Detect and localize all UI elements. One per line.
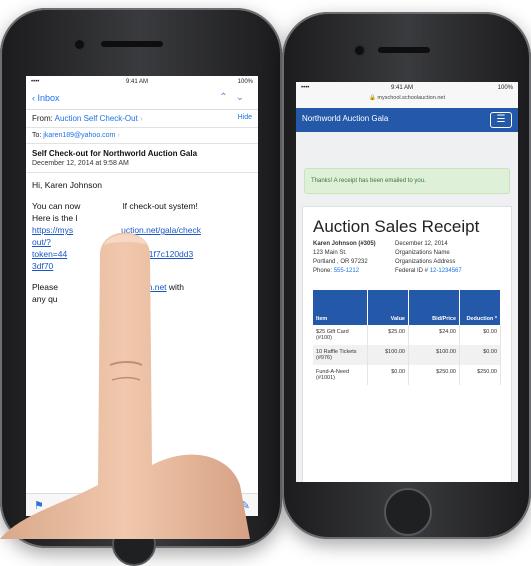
col-header-deduction: Deduction *	[459, 290, 501, 325]
deduction-cell: $0.00	[459, 325, 501, 345]
home-button[interactable]	[112, 522, 156, 566]
item-cell: $25 Gift Card (#100)	[313, 325, 368, 345]
earpiece-speaker	[378, 47, 430, 53]
signal-indicator: ••••	[31, 79, 40, 85]
para1-start: You can now	[32, 201, 81, 211]
receipt-title: Auction Sales Receipt	[313, 217, 480, 236]
link-part: https://mys	[32, 225, 74, 235]
item-cell: 10 Raffle Tickets (#976)	[313, 345, 368, 365]
table-row: $25 Gift Card (#100) $25.00 $24.00 $0.00	[313, 325, 501, 345]
federal-id: 12-1234567	[429, 268, 462, 274]
sender-name[interactable]: Auction Self Check-Out	[55, 114, 138, 123]
receipt-addresses: Karen Johnson (#305) 123 Main St. Portla…	[313, 240, 505, 276]
recipient-address[interactable]: jkaren189@yahoo.com	[43, 132, 115, 139]
message-nav-arrows[interactable]: ⌃⌄	[219, 92, 252, 103]
status-bar: •••• 9:41 AM 100%	[26, 76, 258, 89]
browser-screen: •••• 9:41 AM 100% 🔒 myschool.schoolaucti…	[296, 82, 518, 482]
paragraph-2: Please schoolauction.net with any qu	[32, 281, 252, 305]
org-info: December 12, 2014 Organizations Name Org…	[395, 240, 477, 276]
signal-indicator: ••••	[301, 85, 310, 91]
buyer-street: 123 Main St.	[313, 250, 347, 256]
earpiece-speaker	[101, 41, 163, 47]
from-prefix: From:	[32, 114, 53, 123]
back-to-inbox-button[interactable]: ‹ Inbox	[32, 93, 60, 103]
buyer-phone[interactable]: 555-1212	[334, 268, 359, 274]
front-camera	[355, 46, 364, 55]
buyer-city: Portland , OR 97232	[313, 259, 368, 265]
receipt-table: Item Value Bid/Price Deduction * $25 Gif…	[313, 290, 501, 385]
para1-line2: Here is the l	[32, 213, 78, 223]
bid-cell: $100.00	[408, 345, 460, 365]
value-cell: $0.00	[367, 365, 409, 385]
org-name: Organizations Name	[395, 250, 450, 256]
subject-block: Self Check-out for Northworld Auction Ga…	[26, 144, 258, 173]
checkout-link[interactable]: https://mys uction.net/gala/check out/? t…	[32, 225, 201, 271]
receipt-date: December 12, 2014	[395, 241, 448, 247]
col-header-value: Value	[367, 290, 409, 325]
site-title[interactable]: Northworld Auction Gala	[302, 114, 388, 123]
reply-icon[interactable]: ↩	[138, 499, 147, 512]
buyer-name: Karen Johnson (#305)	[313, 241, 376, 247]
link-part: token=44	[32, 249, 68, 259]
right-iphone: •••• 9:41 AM 100% 🔒 myschool.schoolaucti…	[282, 12, 531, 539]
left-iphone: •••• 9:41 AM 100% ‹ Inbox ⌃⌄ From: Aucti…	[0, 8, 282, 566]
receipt-card: Auction Sales Receipt Karen Johnson (#30…	[302, 206, 512, 482]
battery-indicator: 100%	[497, 85, 513, 91]
mail-app-screen: •••• 9:41 AM 100% ‹ Inbox ⌃⌄ From: Aucti…	[26, 76, 258, 516]
flag-icon[interactable]: ⚑	[34, 499, 44, 512]
bid-cell: $250.00	[408, 365, 460, 385]
address-bar[interactable]: 🔒 myschool.schoolauction.net	[296, 95, 518, 108]
value-cell: $25.00	[367, 325, 409, 345]
table-row: Fund-A-Need (#1001) $0.00 $250.00 $250.0…	[313, 365, 501, 385]
para2-line2: any qu	[32, 294, 58, 304]
home-button[interactable]	[384, 488, 432, 536]
table-row: 10 Raffle Tickets (#976) $100.00 $100.00…	[313, 345, 501, 365]
status-time: 9:41 AM	[126, 79, 149, 85]
to-prefix: To:	[32, 132, 42, 139]
phone-label: Phone:	[313, 268, 333, 274]
value-cell: $100.00	[367, 345, 409, 365]
org-address: Organizations Address	[395, 259, 456, 265]
federal-id-label: Federal ID #	[395, 268, 429, 274]
email-date: December 12, 2014 at 9:58 AM	[32, 160, 129, 167]
col-header-item: Item	[313, 290, 368, 325]
deduction-cell: $250.00	[459, 365, 501, 385]
status-time: 9:41 AM	[391, 85, 414, 91]
bid-cell: $24.00	[408, 325, 460, 345]
para2-start: Please	[32, 282, 58, 292]
buyer-info: Karen Johnson (#305) 123 Main St. Portla…	[313, 240, 395, 276]
link-part: 9a13f0efcc1f7c120dd3	[107, 249, 194, 259]
compose-icon[interactable]: ✎	[241, 499, 250, 512]
link-part: out/?	[32, 237, 51, 247]
front-camera	[75, 40, 84, 49]
hamburger-menu-icon[interactable]: ☰	[490, 112, 512, 128]
greeting: Hi, Karen Johnson	[32, 180, 102, 190]
para2-end: with	[166, 282, 185, 292]
link-part: uction.net/gala/check	[121, 225, 201, 235]
paragraph-1: You can now lf check-out system! Here is…	[32, 200, 252, 272]
from-line: From: Auction Self Check-Out › Hide	[26, 110, 258, 128]
page-url: myschool.schoolauction.net	[377, 95, 445, 101]
deduction-cell: $0.00	[459, 345, 501, 365]
para1-end: lf check-out system!	[122, 201, 198, 211]
inbox-label: Inbox	[37, 93, 60, 103]
email-subject: Self Check-out for Northworld Auction Ga…	[32, 149, 198, 158]
link-part: 3df70	[32, 261, 54, 271]
support-link[interactable]: schoolauction.net	[100, 282, 166, 292]
col-header-bid: Bid/Price	[408, 290, 460, 325]
item-cell: Fund-A-Need (#1001)	[313, 365, 368, 385]
hide-details-link[interactable]: Hide	[238, 114, 252, 121]
mail-nav-bar: ‹ Inbox ⌃⌄	[26, 89, 258, 110]
success-alert: Thanks! A receipt has been emailed to yo…	[304, 168, 510, 194]
mail-toolbar: ⚑ ↩ ✎	[26, 493, 258, 516]
status-bar: •••• 9:41 AM 100%	[296, 82, 518, 95]
email-body: Hi, Karen Johnson You can now lf check-o…	[26, 173, 258, 320]
battery-indicator: 100%	[237, 79, 253, 85]
site-navbar: Northworld Auction Gala ☰	[296, 108, 518, 132]
to-line: To: jkaren189@yahoo.com ›	[26, 128, 258, 144]
